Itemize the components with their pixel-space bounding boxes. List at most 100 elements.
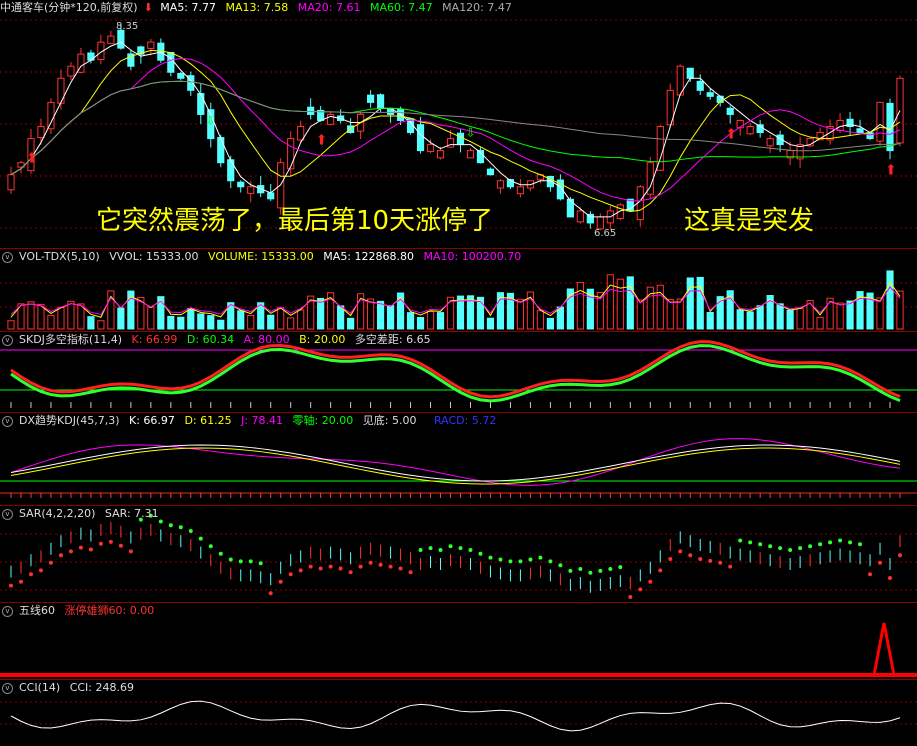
skdj-k: K: 66.99 xyxy=(131,333,178,346)
volume-bar xyxy=(57,306,65,330)
sar-dot xyxy=(488,555,493,560)
candle-body xyxy=(87,52,95,61)
sar-dot xyxy=(68,549,73,554)
candle-body xyxy=(456,132,465,146)
candle-body xyxy=(416,124,425,152)
down-arrow-icon[interactable]: ⬇ xyxy=(144,1,153,14)
volume-bar xyxy=(87,316,95,330)
sar-dot xyxy=(518,559,523,564)
sar-dot xyxy=(378,562,383,567)
chevron-down-icon[interactable]: v xyxy=(2,415,13,427)
cci-header: v CCI(14) CCI: 248.69 xyxy=(0,680,140,696)
candle-body xyxy=(516,186,525,195)
volume-bar xyxy=(576,281,584,330)
candle-body xyxy=(177,72,185,79)
volume-bar xyxy=(736,309,744,330)
candle-body xyxy=(466,150,475,159)
skdj-panel[interactable]: v SKDJ多空指标(11,4) K: 66.99 D: 60.34 A: 80.… xyxy=(0,332,917,412)
candle-body xyxy=(107,35,115,44)
dx-d-line xyxy=(10,447,901,485)
sar-dot xyxy=(28,572,33,577)
chevron-down-icon[interactable]: v xyxy=(2,251,13,263)
sar-dot xyxy=(898,553,903,558)
dxkdj-panel[interactable]: v DX趋势KDJ(45,7,3) K: 66.97 D: 61.25 J: 78… xyxy=(0,413,917,505)
candle-body xyxy=(726,107,734,115)
volume-bar xyxy=(516,298,525,330)
sar-dot xyxy=(738,538,743,543)
candle-body xyxy=(566,198,574,218)
volume-bar xyxy=(386,305,395,330)
cci-title: CCI(14) xyxy=(19,681,61,694)
sar-dot xyxy=(238,559,243,564)
sar-panel[interactable]: v SAR(4,2,2,20) SAR: 7.31 xyxy=(0,506,917,602)
sar-dot xyxy=(38,568,43,573)
volume-bar xyxy=(277,307,285,330)
volume-bar xyxy=(606,274,614,330)
sar-dot xyxy=(478,551,483,556)
candle-body xyxy=(147,41,155,49)
candle-body xyxy=(696,80,704,91)
price-panel[interactable]: 中通客车(分钟*120,前复权) ⬇ MA5: 7.77 MA13: 7.58 M… xyxy=(0,0,917,248)
fiveline-panel[interactable]: v 五线60 涨停雄狮60: 0.00 xyxy=(0,603,917,679)
sar-dot xyxy=(98,541,103,546)
candle-body xyxy=(247,186,255,194)
volume-bar xyxy=(486,317,495,330)
sar-value: SAR: 7.31 xyxy=(104,507,159,520)
sar-dot xyxy=(868,572,873,577)
candle-body xyxy=(37,126,45,139)
sar-dot xyxy=(638,587,643,592)
sar-dot xyxy=(658,568,663,573)
volume-bar xyxy=(297,309,305,330)
sar-dot xyxy=(598,568,603,573)
candle-body xyxy=(426,144,435,152)
chevron-down-icon[interactable]: v xyxy=(2,334,13,346)
chevron-down-icon[interactable]: v xyxy=(2,605,13,617)
volume-bar xyxy=(416,317,425,330)
sar-title: SAR(4,2,2,20) xyxy=(19,507,96,520)
volume-bar xyxy=(536,310,545,330)
chevron-down-icon[interactable]: v xyxy=(2,508,13,520)
sar-dot xyxy=(308,564,313,569)
sar-dot xyxy=(618,565,623,570)
volume-bar xyxy=(626,276,634,330)
ma13-label: MA13: 7.58 xyxy=(225,1,289,14)
volume-bar xyxy=(436,312,445,330)
volume-bar xyxy=(317,297,325,330)
sar-dot xyxy=(8,583,13,588)
cci-panel[interactable]: v CCI(14) CCI: 248.69 xyxy=(0,680,917,746)
candle-body xyxy=(287,138,295,170)
volume-bar xyxy=(347,317,355,330)
volume-panel[interactable]: v VOL-TDX(5,10) VVOL: 15333.00 VOLUME: 15… xyxy=(0,249,917,331)
buy-arrow-icon: ⬆ xyxy=(725,126,737,142)
volume-bar xyxy=(167,315,175,330)
sar-dot xyxy=(828,540,833,545)
dxkdj-j: J: 78.41 xyxy=(241,414,284,427)
sar-dot xyxy=(88,547,93,552)
volume-bar xyxy=(187,308,195,330)
volume-bar xyxy=(366,298,375,330)
ma5-line xyxy=(10,41,901,218)
fiveline-title: 五线60 xyxy=(19,604,55,617)
sar-dot xyxy=(608,567,613,571)
sar-dot xyxy=(278,579,283,584)
limit-spike xyxy=(872,622,896,676)
skdj-d-line xyxy=(10,344,901,403)
sar-dot xyxy=(788,548,793,552)
sar-dot xyxy=(448,544,453,549)
dxkdj-racd: RACD: 5.72 xyxy=(433,414,497,427)
sar-dot xyxy=(548,559,553,564)
sar-dot xyxy=(668,557,673,561)
sar-dot xyxy=(848,540,853,545)
volume-bar xyxy=(846,300,854,330)
candle-body xyxy=(366,94,375,103)
candle-body xyxy=(496,180,505,189)
candle-body xyxy=(7,174,15,191)
volume-bar xyxy=(636,299,644,330)
sar-dot xyxy=(128,549,133,554)
dxkdj-zero: 零轴: 20.00 xyxy=(292,414,354,427)
sar-dot xyxy=(118,543,123,548)
chevron-down-icon[interactable]: v xyxy=(2,682,13,694)
sell-arrow-icon: ⇩ xyxy=(206,114,216,128)
sar-dot xyxy=(208,544,213,549)
volume-header: v VOL-TDX(5,10) VVOL: 15333.00 VOLUME: 15… xyxy=(0,249,527,265)
